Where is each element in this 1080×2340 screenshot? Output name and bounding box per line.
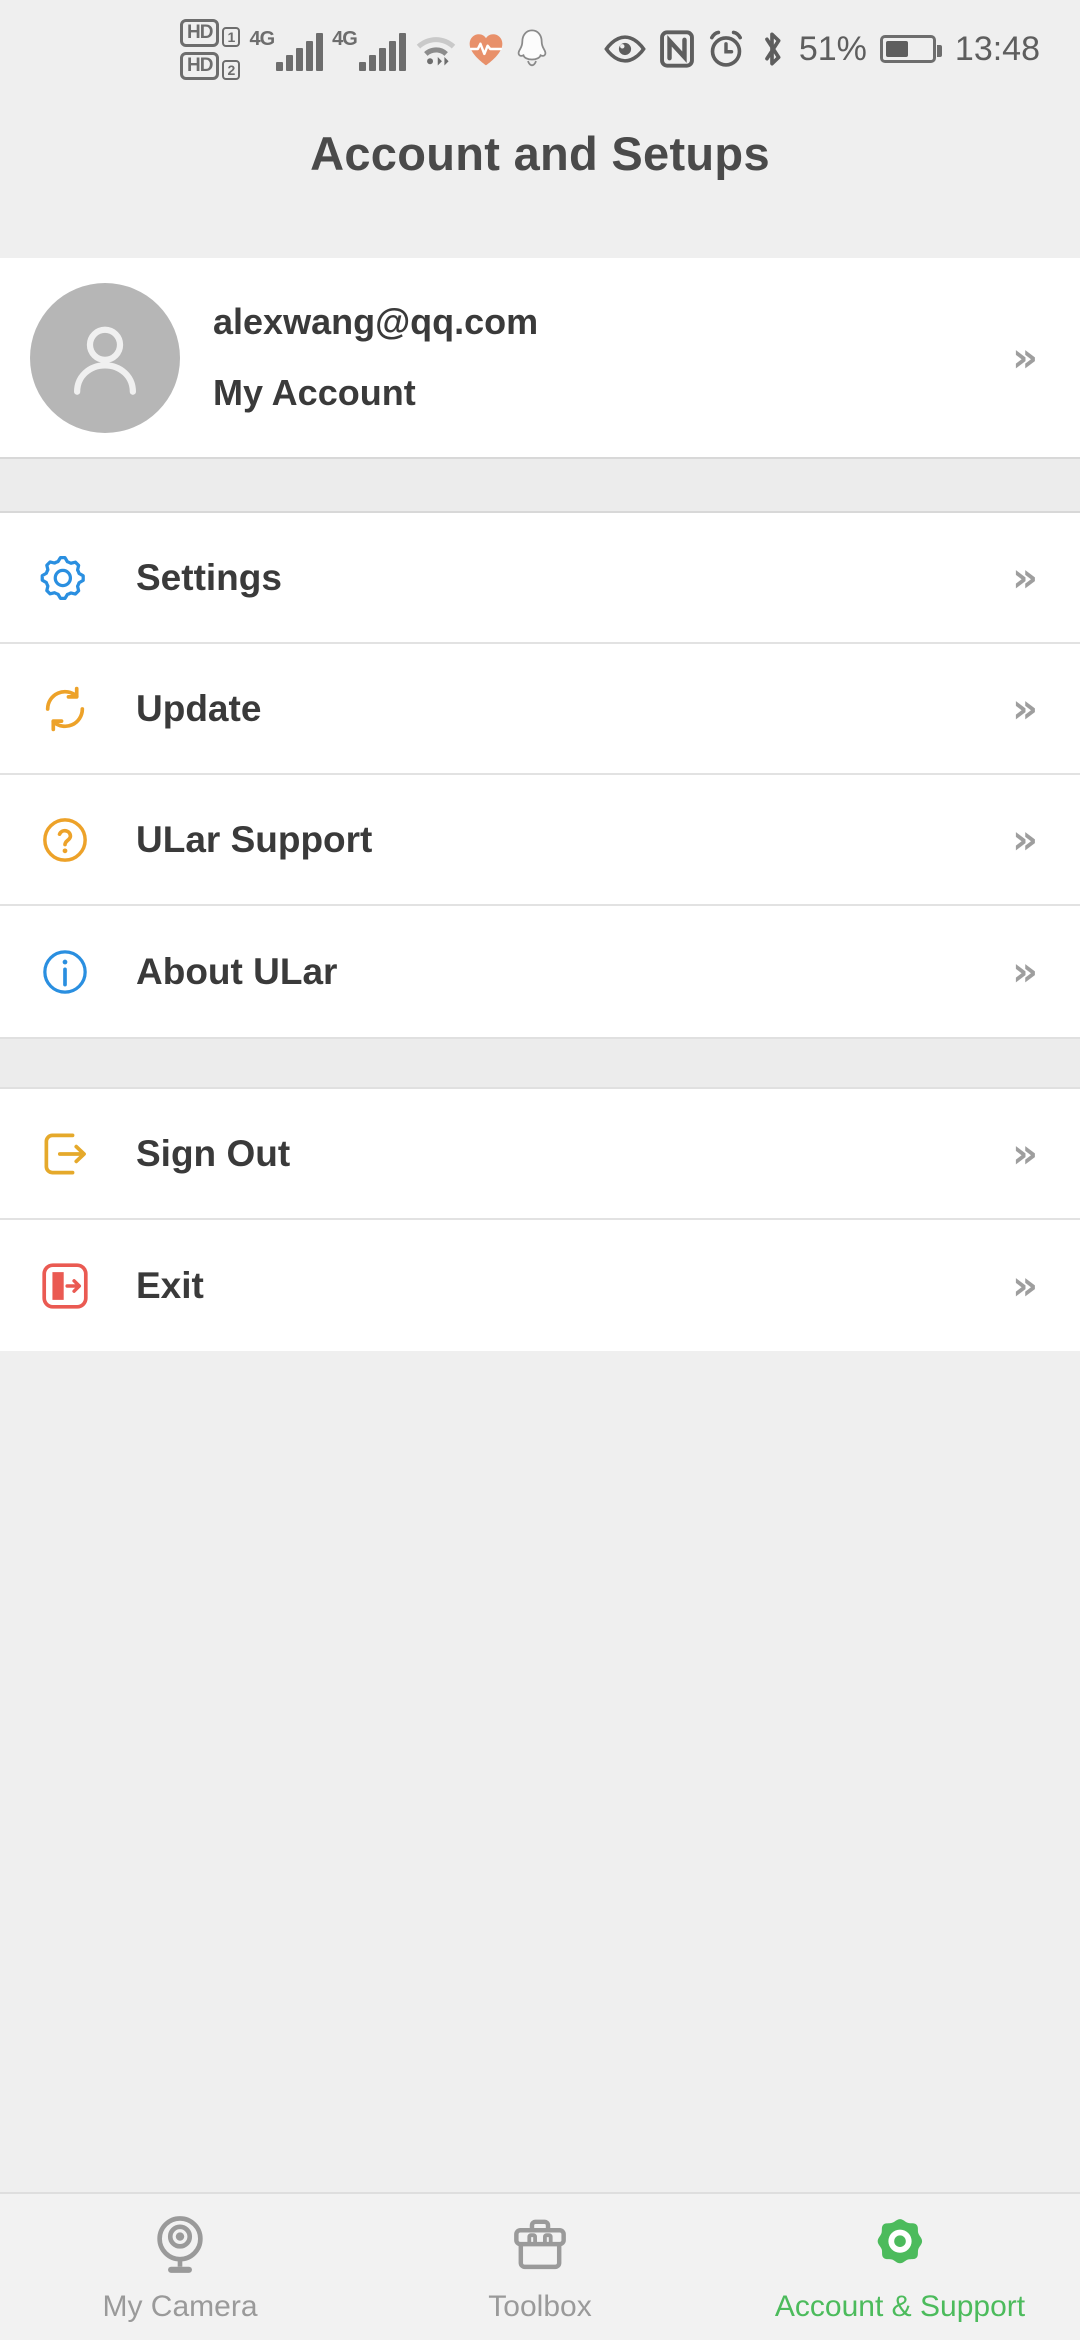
heart-rate-icon (466, 31, 506, 67)
chevron-right-icon: » (1012, 334, 1038, 381)
bluetooth-icon (758, 29, 786, 69)
sim-number: 2 (222, 59, 241, 80)
nav-tab-label: Account & Support (774, 2290, 1026, 2323)
status-bar: HD 1 HD 2 4G 4G 51% 13:48 (0, 0, 1080, 98)
hd-label: HD (180, 51, 220, 80)
sim-number: 1 (222, 26, 241, 47)
sign-out-icon (38, 1127, 92, 1181)
menu-item-update[interactable]: Update » (0, 644, 1080, 775)
eye-icon (603, 34, 647, 64)
menu-item-ular-support[interactable]: ULar Support » (0, 775, 1080, 906)
title-bar: Account and Setups (0, 98, 1080, 258)
menu-item-label: Sign Out (136, 1132, 291, 1174)
settings-menu-group: Settings » Update » ULar Support » About… (0, 513, 1080, 1037)
volte-sim2: HD 2 (180, 51, 241, 80)
nav-tab-label: Toolbox (488, 2290, 592, 2323)
clock-label: 13:48 (954, 29, 1040, 68)
my-account-row[interactable]: alexwang@qq.com My Account » (0, 258, 1080, 457)
account-subtitle: My Account (213, 372, 416, 413)
content-area: alexwang@qq.com My Account » Settings » (0, 258, 1080, 2192)
phone-screen: HD 1 HD 2 4G 4G 51% 13:48 Account and Se… (0, 0, 1080, 2340)
network-type-label: 4G (249, 27, 275, 50)
section-divider (0, 457, 1080, 513)
menu-item-label: Settings (136, 556, 282, 598)
nav-tab-label: My Camera (102, 2290, 258, 2323)
wifi-icon (415, 31, 457, 67)
person-avatar-icon (30, 282, 180, 433)
menu-item-exit[interactable]: Exit » (0, 1220, 1080, 1351)
signal-sim1: 4G (249, 27, 324, 71)
menu-item-label: About ULar (136, 950, 338, 992)
nav-tab-my-camera[interactable]: My Camera (0, 2194, 360, 2340)
account-email: alexwang@qq.com (213, 301, 539, 342)
menu-item-label: ULar Support (136, 818, 373, 860)
toolbox-icon (511, 2210, 569, 2280)
account-text: alexwang@qq.com My Account (213, 301, 538, 414)
nfc-icon (659, 30, 694, 68)
signal-bars-icon (358, 32, 406, 71)
chevron-right-icon: » (1012, 685, 1038, 732)
volte-sim1: HD 1 (180, 18, 241, 47)
chevron-right-icon: » (1012, 816, 1038, 863)
bottom-navigation-bar: My Camera Toolbox Account & Support (0, 2192, 1080, 2340)
webcam-icon (151, 2210, 209, 2280)
chevron-right-icon: » (1012, 1130, 1038, 1177)
question-mark-icon (38, 813, 92, 867)
battery-icon (879, 35, 942, 63)
menu-item-settings[interactable]: Settings » (0, 513, 1080, 644)
status-bar-left: HD 1 HD 2 4G 4G (180, 18, 549, 80)
menu-item-sign-out[interactable]: Sign Out » (0, 1089, 1080, 1220)
signal-bars-icon (276, 32, 324, 71)
gear-icon (871, 2210, 929, 2280)
signal-sim2: 4G (332, 28, 406, 71)
gear-icon (38, 551, 92, 605)
refresh-icon (38, 682, 92, 736)
menu-item-about-ular[interactable]: About ULar » (0, 906, 1080, 1037)
status-bar-right: 51% 13:48 (603, 29, 1040, 69)
exit-door-icon (38, 1259, 92, 1313)
hd-label: HD (180, 18, 220, 47)
battery-percent-label: 51% (798, 29, 867, 68)
network-type-label: 4G (332, 27, 358, 50)
session-menu-group: Sign Out » Exit » (0, 1089, 1080, 1351)
chevron-right-icon: » (1012, 1262, 1038, 1309)
nav-tab-toolbox[interactable]: Toolbox (360, 2194, 720, 2340)
chevron-right-icon: » (1012, 554, 1038, 601)
nav-tab-account-support[interactable]: Account & Support (720, 2194, 1080, 2340)
menu-item-label: Update (136, 687, 262, 729)
qq-penguin-icon (515, 28, 549, 70)
empty-space (0, 1351, 1080, 2192)
chevron-right-icon: » (1012, 948, 1038, 995)
menu-item-label: Exit (136, 1264, 204, 1306)
info-icon (38, 945, 92, 999)
volte-indicators: HD 1 HD 2 (180, 18, 241, 80)
section-divider (0, 1037, 1080, 1089)
page-title: Account and Setups (310, 127, 770, 180)
alarm-clock-icon (707, 30, 745, 68)
